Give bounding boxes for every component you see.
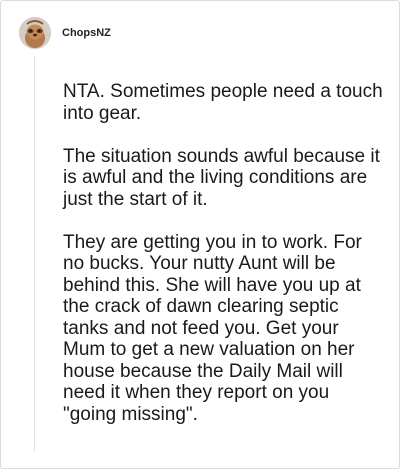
comment-paragraph: They are getting you in to work. For no … <box>63 231 362 425</box>
sloth-avatar-icon <box>19 17 51 49</box>
thread-line[interactable] <box>34 57 35 452</box>
user-avatar[interactable] <box>19 17 51 49</box>
comment-card: ChopsNZ NTA. Sometimes people need a tou… <box>0 0 400 469</box>
comment-body: NTA. Sometimes people need a touch into … <box>63 81 383 425</box>
comment-author[interactable]: ChopsNZ <box>62 26 111 40</box>
comment-paragraph: NTA. Sometimes people need a touch into … <box>63 81 383 124</box>
comment-paragraph: The situation sounds awful because it is… <box>63 145 380 210</box>
